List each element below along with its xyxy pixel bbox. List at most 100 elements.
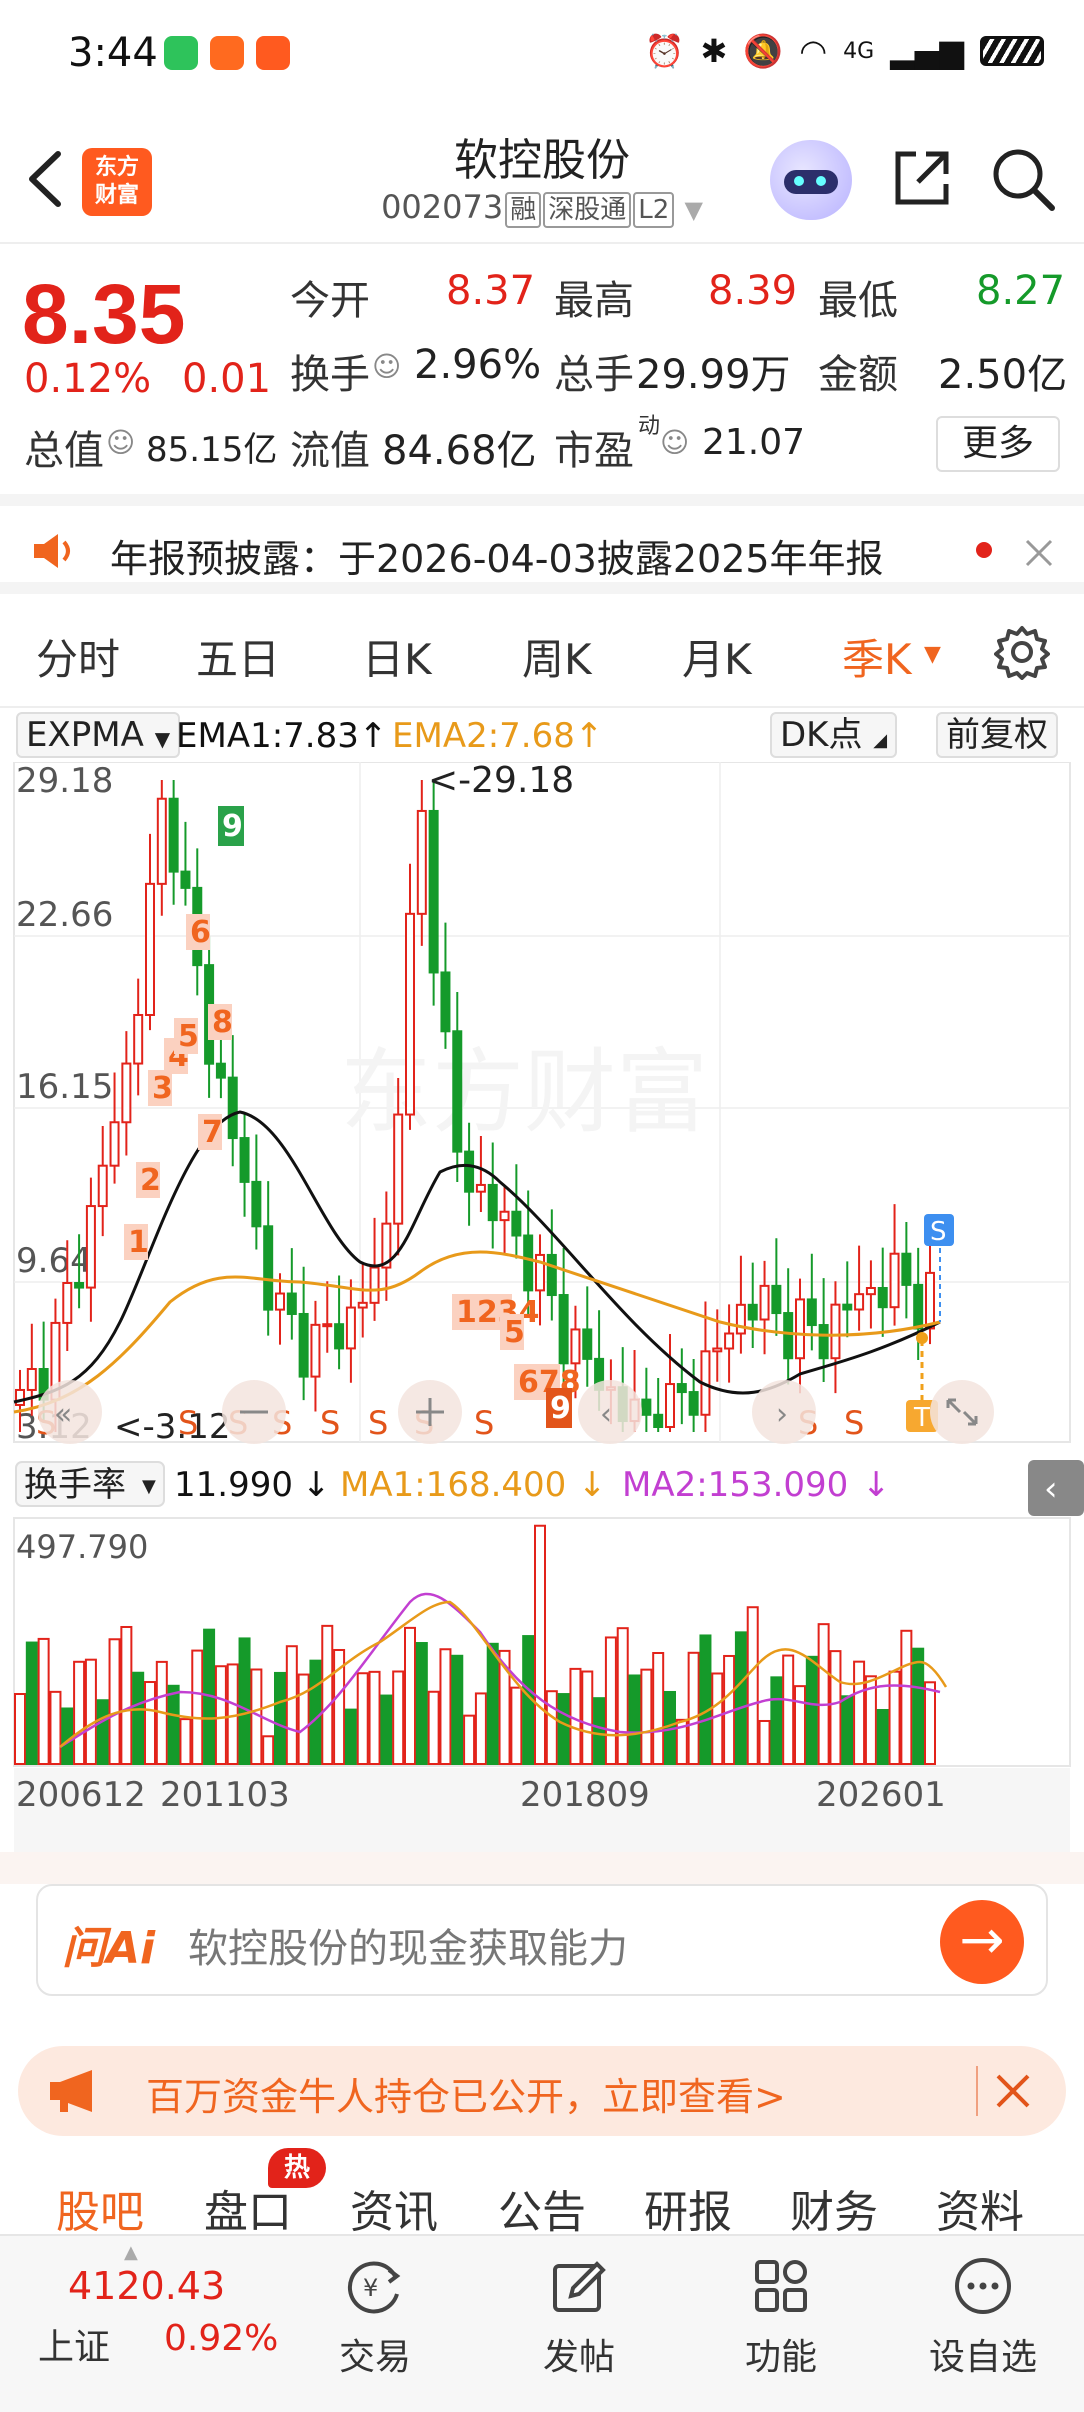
ask-ai-input[interactable]: 问Ai 软控股份的现金获取能力 → bbox=[36, 1884, 1048, 1996]
volume-bar bbox=[61, 1707, 74, 1766]
unread-dot bbox=[976, 542, 992, 558]
nav-trade-label: 交易 bbox=[338, 2337, 411, 2378]
volume-bar bbox=[463, 1714, 476, 1765]
float-cap-value: 84.68亿 bbox=[382, 428, 537, 474]
nav-functions[interactable]: 功能 bbox=[706, 2256, 856, 2380]
app-logo: 东方财富 bbox=[82, 148, 152, 216]
candle-body bbox=[156, 797, 167, 885]
notice-text: 年报预披露：于2026-04-03披露2025年年报 bbox=[110, 537, 884, 581]
assistant-robot-icon[interactable] bbox=[770, 140, 852, 220]
promo-text: 百万资金牛人持仓已公开，立即查看> bbox=[146, 2075, 786, 2119]
tab-five-day[interactable]: 五日 bbox=[196, 626, 280, 687]
stock-header: 东方财富 软控股份 002073 融深股通 L2 ▼ bbox=[0, 110, 1084, 244]
tab-announcements[interactable]: 公告 bbox=[498, 2176, 586, 2240]
tab-quarterly-k[interactable]: 季K bbox=[842, 626, 912, 687]
ai-placeholder: 软控股份的现金获取能力 bbox=[188, 1926, 628, 1972]
volume-bar bbox=[876, 1709, 889, 1766]
mute-icon: 🔕 bbox=[743, 32, 784, 70]
kline-chart[interactable]: 东方财富 29.18 22.66 16.15 9.64 3.12 <-29.18… bbox=[0, 762, 1084, 1852]
tab-forum[interactable]: 股吧 bbox=[56, 2176, 144, 2240]
candle-body bbox=[818, 1324, 829, 1360]
candle-body bbox=[712, 1347, 723, 1353]
nav-add-watchlist[interactable]: 设自选 bbox=[908, 2256, 1058, 2380]
tab-financials[interactable]: 财务 bbox=[790, 2176, 878, 2240]
volume-bar bbox=[427, 1690, 440, 1765]
indicator-selector[interactable]: EXPMA ▼ bbox=[16, 712, 181, 758]
candle-body bbox=[889, 1252, 900, 1309]
stock-code: 002073 bbox=[381, 188, 504, 226]
stock-sub-info[interactable]: 002073 融深股通 L2 ▼ bbox=[300, 188, 784, 228]
t-marker-text: T bbox=[913, 1403, 930, 1433]
indicator-name: EXPMA bbox=[26, 715, 144, 755]
share-icon[interactable] bbox=[890, 146, 954, 210]
settings-gear-icon[interactable] bbox=[994, 624, 1050, 680]
volume-indicator-name: 换手率 bbox=[24, 1465, 126, 1505]
x-label: 200612 bbox=[16, 1775, 146, 1815]
tab-intraday[interactable]: 分时 bbox=[36, 626, 120, 687]
low-value: 8.27 bbox=[976, 268, 1066, 314]
candle-body bbox=[865, 1287, 876, 1296]
volume-bar bbox=[593, 1697, 606, 1765]
tag-level2: L2 bbox=[633, 192, 675, 228]
candle-body bbox=[925, 1271, 935, 1330]
adjust-button[interactable]: 前复权 bbox=[936, 712, 1058, 758]
ask-submit-button[interactable]: → bbox=[940, 1900, 1024, 1984]
tab-daily-k[interactable]: 日K bbox=[362, 626, 432, 687]
total-cap-value: 85.15亿 bbox=[146, 430, 278, 470]
candle-body bbox=[523, 1234, 534, 1292]
candle-body bbox=[854, 1293, 865, 1311]
candle-body bbox=[499, 1210, 510, 1222]
volume-bar bbox=[167, 1684, 180, 1765]
tab-profile[interactable]: 资料 bbox=[936, 2176, 1024, 2240]
volume-bar bbox=[25, 1641, 38, 1765]
tab-research[interactable]: 研报 bbox=[644, 2176, 732, 2240]
info-icon[interactable]: ☺ bbox=[106, 426, 135, 459]
tab-news[interactable]: 资讯 bbox=[350, 2176, 438, 2240]
candle-body bbox=[759, 1284, 770, 1321]
close-icon[interactable] bbox=[1024, 538, 1054, 568]
candle-body bbox=[85, 1205, 96, 1289]
search-icon[interactable] bbox=[990, 146, 1056, 212]
back-button[interactable] bbox=[18, 144, 78, 214]
wifi-icon: ◠ bbox=[799, 32, 828, 70]
dk-point-button[interactable]: DK点 ◢ bbox=[770, 712, 898, 758]
info-icon[interactable]: ☺ bbox=[660, 426, 689, 459]
candle-body bbox=[464, 1150, 475, 1193]
candle-body bbox=[239, 1137, 250, 1183]
grid-icon bbox=[755, 2260, 807, 2312]
megaphone-icon bbox=[50, 2070, 92, 2112]
volume-bar bbox=[404, 1626, 416, 1765]
candle-body bbox=[405, 912, 415, 1116]
compose-icon bbox=[553, 2261, 606, 2312]
svg-text:¥: ¥ bbox=[363, 2274, 378, 2302]
tab-monthly-k[interactable]: 月K bbox=[682, 626, 752, 687]
volume-bar bbox=[699, 1634, 712, 1765]
caret-down-icon: ▼ bbox=[684, 196, 703, 224]
close-icon[interactable] bbox=[994, 2072, 1032, 2110]
more-circle-icon bbox=[955, 2258, 1011, 2314]
nav-trade[interactable]: ¥ 交易 bbox=[300, 2256, 450, 2380]
volume-value: 29.99万 bbox=[636, 352, 791, 398]
volume-bar bbox=[108, 1638, 121, 1765]
candle-body bbox=[263, 1225, 274, 1311]
info-icon[interactable]: ☺ bbox=[372, 350, 401, 383]
app-notification-icon bbox=[210, 36, 244, 70]
volume-bar bbox=[770, 1676, 783, 1765]
sell-signal: S bbox=[844, 1404, 864, 1442]
fullscreen-button[interactable] bbox=[930, 1380, 994, 1444]
notice-bar[interactable]: 年报预披露：于2026-04-03披露2025年年报 bbox=[0, 494, 1084, 594]
candle-body bbox=[913, 1283, 924, 1330]
more-button[interactable]: 更多 bbox=[936, 416, 1060, 472]
candle-body bbox=[901, 1252, 912, 1286]
promo-banner[interactable]: 百万资金牛人持仓已公开，立即查看> bbox=[18, 2046, 1066, 2136]
volume-bar bbox=[805, 1655, 818, 1766]
candle-body bbox=[393, 1113, 404, 1225]
candle-body bbox=[345, 1306, 356, 1350]
candle-body bbox=[97, 1164, 108, 1208]
tab-weekly-k[interactable]: 周K bbox=[522, 626, 592, 687]
candle-body bbox=[452, 1030, 463, 1153]
svg-text:3: 3 bbox=[152, 1071, 173, 1106]
nav-post[interactable]: 发帖 bbox=[504, 2256, 654, 2380]
volume-bar bbox=[545, 1690, 558, 1766]
turnover-label: 换手 bbox=[290, 352, 370, 398]
